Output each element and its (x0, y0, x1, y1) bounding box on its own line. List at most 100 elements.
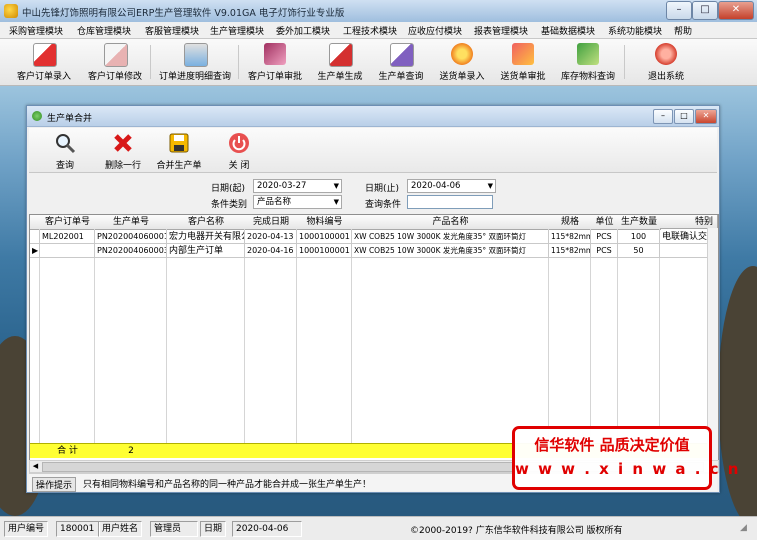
child-maximize-button[interactable]: □ (674, 109, 694, 124)
cell-done-date[interactable]: 2020-04-13 (245, 230, 297, 244)
order-edit-button[interactable]: 客户订单修改 (82, 41, 148, 83)
delete-x-icon (112, 132, 134, 154)
menu-purchase[interactable]: 采购管理模块 (9, 24, 63, 37)
cell-customer[interactable]: 宏力电器开关有限公 (167, 230, 245, 244)
merge-production-button[interactable]: 合并生产单 (155, 130, 203, 171)
child-toolbar: 查询 删除一行 合并生产单 关 闭 (29, 128, 717, 173)
grid-line (296, 229, 297, 443)
user-name-value: 管理员 (150, 521, 198, 537)
col-header-product-name[interactable]: 产品名称 (352, 215, 550, 230)
dropdown-arrow-icon: ▼ (333, 198, 339, 206)
toolbar-label: 生产单查询 (378, 72, 424, 82)
col-header-material-no[interactable]: 物料编号 (297, 215, 353, 230)
condition-type-select[interactable]: 产品名称 ▼ (253, 195, 342, 209)
child-close-button[interactable]: ✕ (695, 109, 717, 124)
cell-customer[interactable]: 内部生产订单 (167, 244, 245, 258)
grid-line (548, 229, 549, 443)
cell-product-name[interactable]: XW COB25 10W 3000K 发光角度35° 双面环筒灯 (352, 230, 549, 244)
query-doc-icon (390, 43, 414, 67)
delete-row-button[interactable]: 删除一行 (99, 130, 147, 171)
toolbar-label: 生产单生成 (317, 72, 363, 82)
date-to-value: 2020-04-06 (411, 181, 461, 191)
col-header-special[interactable]: 特别 (660, 215, 718, 229)
inventory-query-button[interactable]: 库存物料查询 (556, 41, 620, 83)
app-title-bar: 中山先锋灯饰照明有限公司ERP生产管理软件 V9.01GA 电子灯饰行业专业版 … (0, 0, 757, 23)
row-indicator (30, 230, 40, 244)
order-approve-button[interactable]: 客户订单审批 (242, 41, 308, 83)
menu-reports[interactable]: 报表管理模块 (474, 24, 528, 37)
exit-system-button[interactable]: 退出系统 (636, 41, 696, 83)
query-label: 查询 (55, 161, 74, 171)
menu-help[interactable]: 帮助 (674, 24, 692, 37)
progress-query-button[interactable]: 订单进度明细查询 (154, 41, 236, 83)
close-button[interactable]: ✕ (718, 1, 754, 20)
toolbar-label: 库存物料查询 (560, 72, 615, 82)
menu-accounts[interactable]: 应收应付模块 (408, 24, 462, 37)
cell-spec[interactable]: 115*82mm (549, 244, 591, 258)
cell-production-no[interactable]: PN202004060001 (95, 230, 167, 244)
menu-outsource[interactable]: 委外加工模块 (276, 24, 330, 37)
date-to-picker[interactable]: 2020-04-06 ▼ (407, 179, 496, 193)
col-header-order-no[interactable]: 客户订单号 (40, 215, 96, 230)
cell-material-no[interactable]: 1000100001 (297, 230, 352, 244)
cell-order-no[interactable] (40, 244, 95, 258)
cell-done-date[interactable]: 2020-04-16 (245, 244, 297, 258)
cell-material-no[interactable]: 1000100001 (297, 244, 352, 258)
grid-line (166, 229, 167, 443)
resize-grip-icon[interactable]: ◢ (740, 523, 747, 533)
maximize-button[interactable]: □ (692, 1, 718, 20)
table-row[interactable]: ML202001 PN202004060001 宏力电器开关有限公 2020-0… (30, 230, 718, 244)
window-icon (32, 111, 42, 121)
cell-unit[interactable]: PCS (591, 230, 618, 244)
menu-system[interactable]: 系统功能模块 (608, 24, 662, 37)
child-minimize-button[interactable]: – (653, 109, 673, 124)
condition-input[interactable] (407, 195, 493, 209)
scroll-left-arrow-icon[interactable]: ◀ (31, 462, 40, 471)
toolbar-label: 客户订单录入 (16, 72, 71, 82)
menu-production[interactable]: 生产管理模块 (210, 24, 264, 37)
progress-query-icon (184, 43, 208, 67)
grid-line (617, 229, 618, 443)
col-header-done-date[interactable]: 完成日期 (245, 215, 298, 230)
col-header-production-no[interactable]: 生产单号 (95, 215, 168, 230)
grid-line (590, 229, 591, 443)
grid-vertical-scrollbar[interactable] (707, 228, 718, 460)
cell-order-no[interactable]: ML202001 (40, 230, 95, 244)
total-label: 合 计 (57, 446, 78, 456)
col-header-quantity[interactable]: 生产数量 (618, 215, 661, 230)
minimize-button[interactable]: – (666, 1, 692, 20)
production-generate-button[interactable]: 生产单生成 (312, 41, 368, 83)
query-button[interactable]: 查询 (41, 130, 89, 171)
delivery-approve-button[interactable]: 送货单审批 (494, 41, 552, 83)
col-header-spec[interactable]: 规格 (549, 215, 592, 230)
col-header-customer[interactable]: 客户名称 (167, 215, 246, 230)
dropdown-arrow-icon: ▼ (333, 182, 339, 190)
cell-unit[interactable]: PCS (591, 244, 618, 258)
menu-engineering[interactable]: 工程技术模块 (343, 24, 397, 37)
cell-quantity[interactable]: 50 (618, 244, 660, 258)
close-window-button[interactable]: 关 闭 (215, 130, 263, 171)
col-header-unit[interactable]: 单位 (591, 215, 619, 230)
cell-spec[interactable]: 115*82mm (549, 230, 591, 244)
filter-panel: 日期(起) 2020-03-27 ▼ 日期(止) 2020-04-06 ▼ 条件… (29, 174, 717, 214)
grid-line (39, 229, 40, 443)
user-no-value: 180001 (56, 521, 100, 537)
menu-warehouse[interactable]: 仓库管理模块 (77, 24, 131, 37)
date-from-label: 日期(起) (211, 184, 246, 194)
grid-line (659, 229, 660, 443)
date-from-picker[interactable]: 2020-03-27 ▼ (253, 179, 342, 193)
delete-row-label: 删除一行 (104, 161, 141, 171)
condition-label: 查询条件 (365, 200, 402, 210)
cell-production-no[interactable]: PN202004060003 (95, 244, 167, 258)
toolbar-label: 送货单审批 (500, 72, 546, 82)
table-row[interactable]: ▶ PN202004060003 内部生产订单 2020-04-16 10001… (30, 244, 718, 258)
menu-basic-data[interactable]: 基础数据模块 (541, 24, 595, 37)
hint-text: 只有相同物料编号和产品名称的同一种产品才能合并成一张生产单生产！ (83, 480, 372, 490)
menu-service[interactable]: 客服管理模块 (145, 24, 199, 37)
delivery-entry-button[interactable]: 送货单录入 (434, 41, 490, 83)
production-query-button[interactable]: 生产单查询 (372, 41, 430, 83)
cell-product-name[interactable]: XW COB25 10W 3000K 发光角度35° 双面环筒灯 (352, 244, 549, 258)
cell-quantity[interactable]: 100 (618, 230, 660, 244)
dropdown-arrow-icon: ▼ (487, 182, 493, 190)
order-entry-button[interactable]: 客户订单录入 (10, 41, 78, 83)
